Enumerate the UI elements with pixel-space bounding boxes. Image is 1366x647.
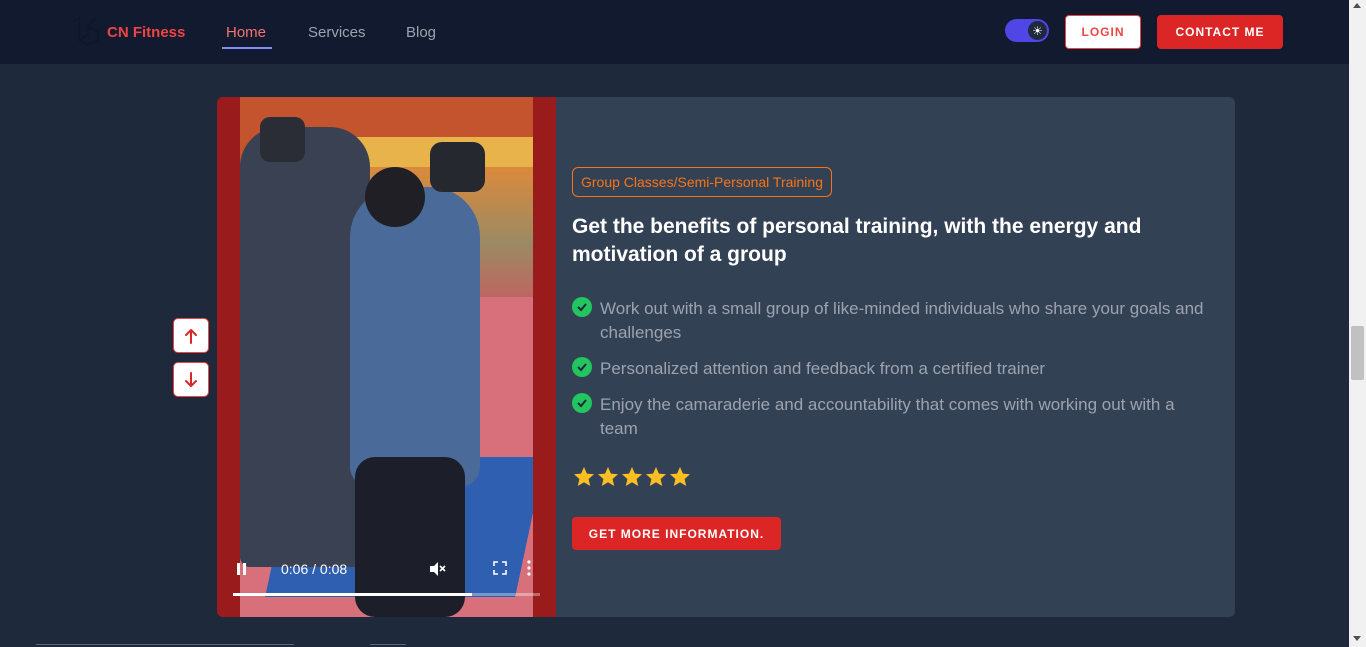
feature-text: Personalized attention and feedback from… <box>600 359 1046 378</box>
star-icon <box>670 467 690 486</box>
check-circle-icon <box>572 393 592 413</box>
rating-stars <box>572 465 692 489</box>
pause-icon[interactable] <box>235 562 249 576</box>
video-time: 0:06 / 0:08 <box>281 561 348 577</box>
brand-logo-icon <box>72 16 99 47</box>
feature-text: Work out with a small group of like-mind… <box>600 299 1204 342</box>
feature-item: Enjoy the camaraderie and accountability… <box>572 393 1217 441</box>
nav-home[interactable]: Home <box>226 24 266 41</box>
divider <box>36 644 294 645</box>
star-icon <box>622 467 642 486</box>
video-dumbbell-left <box>260 117 305 162</box>
video-dumbbell-right <box>430 142 485 192</box>
video-player[interactable]: 0:06 / 0:08 <box>217 97 556 617</box>
page-scrollbar[interactable] <box>1349 0 1366 647</box>
video-person-right <box>350 187 480 487</box>
feature-item: Personalized attention and feedback from… <box>572 357 1217 381</box>
brand-logo[interactable]: CN Fitness <box>70 16 185 48</box>
video-controls: 0:06 / 0:08 <box>233 555 540 605</box>
feature-text: Enjoy the camaraderie and accountability… <box>600 395 1175 438</box>
brand-name: CN Fitness <box>107 23 186 41</box>
video-progress-fill <box>233 593 473 596</box>
card-heading: Get the benefits of personal training, w… <box>572 215 1142 266</box>
star-icon <box>598 467 618 486</box>
sun-icon: ☀ <box>1028 21 1047 40</box>
feature-item: Work out with a small group of like-mind… <box>572 297 1217 345</box>
star-icon <box>574 467 594 486</box>
theme-toggle[interactable]: ☀ <box>1005 19 1049 42</box>
video-head <box>365 167 425 227</box>
scroll-thumb[interactable] <box>1351 326 1364 380</box>
slide-up-button[interactable] <box>173 318 209 353</box>
nav-active-underline <box>222 47 272 49</box>
video-progress-bar[interactable] <box>233 593 540 596</box>
arrow-down-icon <box>185 371 197 387</box>
arrow-up-icon <box>185 328 197 344</box>
contact-button[interactable]: CONTACT ME <box>1157 15 1283 49</box>
get-more-information-button[interactable]: GET MORE INFORMATION. <box>572 517 781 550</box>
login-button[interactable]: LOGIN <box>1065 15 1141 49</box>
service-card: 0:06 / 0:08 Group Classes/Semi-Personal … <box>217 97 1235 617</box>
nav-blog[interactable]: Blog <box>406 24 436 41</box>
category-badge: Group Classes/Semi-Personal Training <box>572 167 832 197</box>
navbar: CN Fitness Home Services Blog ☀ LOGIN CO… <box>0 0 1349 64</box>
star-icon <box>646 467 666 486</box>
check-circle-icon <box>572 357 592 377</box>
feature-list: Work out with a small group of like-mind… <box>572 297 1217 453</box>
video-frame[interactable] <box>240 97 533 617</box>
more-options-icon[interactable] <box>527 560 531 576</box>
scroll-down-arrow-icon[interactable] <box>1353 636 1361 641</box>
nav-services[interactable]: Services <box>308 24 366 41</box>
mute-icon[interactable] <box>428 560 446 578</box>
fullscreen-icon[interactable] <box>493 561 507 575</box>
scroll-up-arrow-icon[interactable] <box>1353 3 1361 8</box>
check-circle-icon <box>572 297 592 317</box>
divider <box>370 644 406 645</box>
slide-down-button[interactable] <box>173 362 209 397</box>
